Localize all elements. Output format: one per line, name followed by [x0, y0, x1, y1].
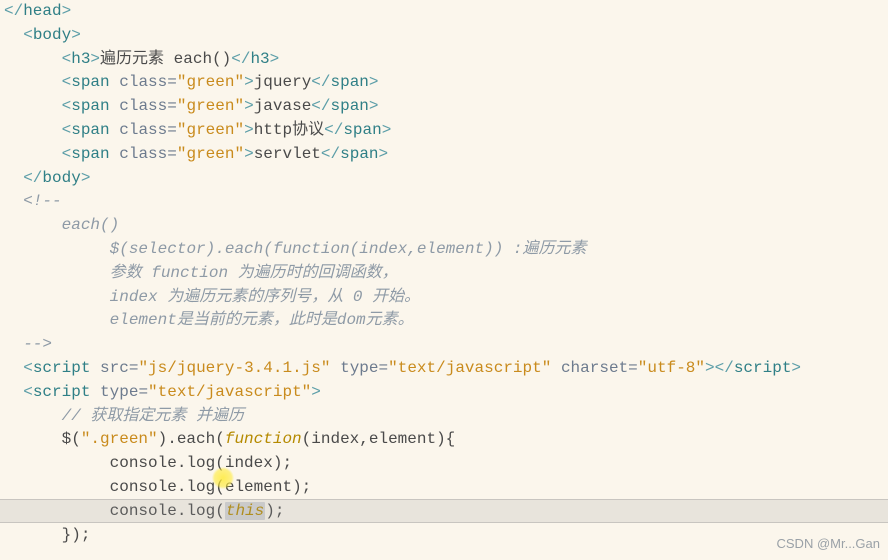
code-line: $(selector).each(function(index,element)… [4, 238, 884, 262]
code-line-current: console.log(this); [4, 500, 884, 524]
code-line: <span class="green">jquery</span> [4, 71, 884, 95]
code-line: <span class="green">servlet</span> [4, 143, 884, 167]
script-src: "js/jquery-3.4.1.js" [138, 359, 330, 377]
watermark: CSDN @Mr...Gan [777, 532, 881, 556]
comment-text: each() [62, 216, 120, 234]
comment-text: index 为遍历元素的序列号，从 0 开始。 [110, 288, 420, 306]
code-line: 参数 function 为遍历时的回调函数， [4, 262, 884, 286]
code-line: console.log(index); [4, 452, 884, 476]
code-line: console.log(element); [4, 476, 884, 500]
code-line: <body> [4, 24, 884, 48]
code-line: <script type="text/javascript"> [4, 381, 884, 405]
keyword-this: this [225, 502, 265, 520]
code-line: <span class="green">http协议</span> [4, 119, 884, 143]
span-text: http协议 [254, 121, 324, 139]
comment-text: 参数 function 为遍历时的回调函数， [110, 264, 398, 282]
code-line: each() [4, 214, 884, 238]
code-block: </head> <body> <h3>遍历元素 each()</h3> <spa… [0, 0, 888, 547]
code-line: <script src="js/jquery-3.4.1.js" type="t… [4, 357, 884, 381]
comment-text: element是当前的元素，此时是dom元素。 [110, 311, 414, 329]
comment-text: $(selector).each(function(index,element)… [110, 240, 587, 258]
code-line: </head> [4, 0, 884, 24]
code-line: element是当前的元素，此时是dom元素。 [4, 309, 884, 333]
span-text: servlet [254, 145, 321, 163]
js-comment: // 获取指定元素 并遍历 [62, 407, 244, 425]
code-line: <h3>遍历元素 each()</h3> [4, 48, 884, 72]
h3-text: 遍历元素 each() [100, 50, 231, 68]
code-line: $(".green").each(function(index,element)… [4, 428, 884, 452]
code-line: <span class="green">javase</span> [4, 95, 884, 119]
code-line: --> [4, 333, 884, 357]
span-text: javase [254, 97, 312, 115]
code-line: <!-- [4, 190, 884, 214]
span-text: jquery [254, 73, 312, 91]
code-line: index 为遍历元素的序列号，从 0 开始。 [4, 286, 884, 310]
code-line: </body> [4, 167, 884, 191]
code-line: }); [4, 524, 884, 548]
code-line: // 获取指定元素 并遍历 [4, 405, 884, 429]
